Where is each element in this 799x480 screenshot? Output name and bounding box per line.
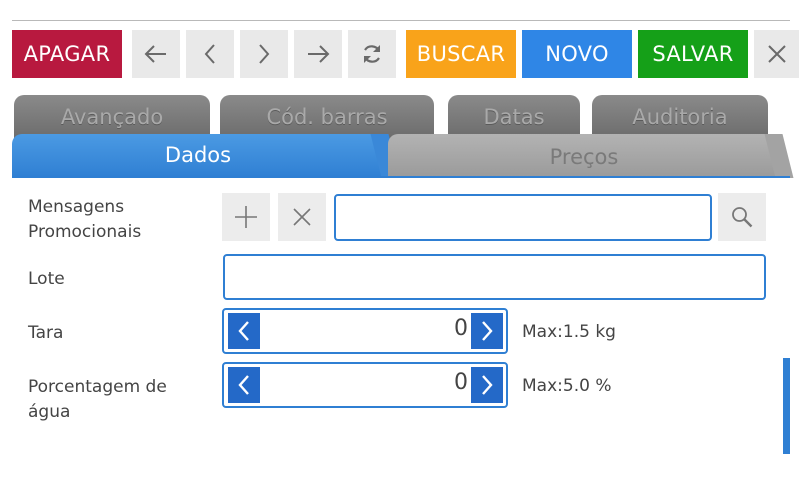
last-record-button[interactable] [294,30,342,78]
search-button[interactable]: BUSCAR [406,30,516,78]
tara-label: Tara [28,323,64,343]
tab-avancado-label: Avançado [60,105,164,129]
tab-auditoria-label: Auditoria [632,105,728,129]
arrow-right-icon [308,45,330,63]
agua-label-line1: Porcentagem de [28,377,167,397]
close-button[interactable] [754,30,799,78]
close-icon [293,208,311,226]
tab-dados-label: Dados [164,143,232,167]
agua-value: 0 [454,370,468,395]
delete-button-label: APAGAR [23,42,111,66]
save-button-label: SALVAR [652,42,734,66]
agua-stepper[interactable]: 0 [222,362,508,408]
lote-input[interactable] [223,254,766,300]
plus-icon [235,206,257,228]
tab-content-border [12,176,790,178]
scrollbar[interactable] [783,358,790,454]
agua-increment-button[interactable] [471,367,503,403]
refresh-button[interactable] [348,30,396,78]
delete-button[interactable]: APAGAR [12,30,122,78]
chevron-right-icon [259,44,270,64]
mensagens-label-line1: Mensagens [28,197,125,217]
tab-precos-label: Preços [549,145,619,169]
previous-record-button[interactable] [186,30,234,78]
new-button-label: NOVO [545,42,609,66]
chevron-left-icon [238,375,249,395]
tara-max: Max:1.5 kg [522,322,616,342]
chevron-right-icon [482,321,493,341]
tara-stepper[interactable]: 0 [222,308,508,354]
new-button[interactable]: NOVO [522,30,632,78]
chevron-left-icon [204,44,215,64]
tab-dados[interactable]: Dados [12,134,384,178]
search-message-button[interactable] [718,193,766,241]
content-fade [12,420,783,460]
add-message-button[interactable] [222,193,270,241]
mensagens-label-line2: Promocionais [28,222,142,242]
chevron-right-icon [482,375,493,395]
agua-decrement-button[interactable] [228,367,260,403]
save-button[interactable]: SALVAR [638,30,748,78]
lote-label: Lote [28,269,65,289]
arrow-left-icon [144,45,166,63]
tab-cod-barras[interactable]: Cód. barras [220,95,434,139]
close-icon [767,45,786,63]
tab-datas[interactable]: Datas [448,95,580,139]
agua-max: Max:5.0 % [522,376,612,396]
next-record-button[interactable] [240,30,288,78]
chevron-left-icon [238,321,249,341]
tab-cod-barras-label: Cód. barras [266,105,388,129]
tab-datas-label: Datas [483,105,545,129]
first-record-button[interactable] [132,30,180,78]
tab-avancado[interactable]: Avançado [14,95,210,139]
mensagens-label: Mensagens Promocionais [28,195,141,245]
clear-message-button[interactable] [278,193,326,241]
refresh-icon [364,45,380,63]
tab-auditoria[interactable]: Auditoria [592,95,768,139]
agua-label: Porcentagem de água [28,375,167,425]
tara-increment-button[interactable] [471,313,503,349]
tara-decrement-button[interactable] [228,313,260,349]
tab-precos[interactable]: Preços [388,134,780,178]
search-button-label: BUSCAR [416,42,506,66]
mensagens-input[interactable] [334,194,712,241]
search-icon [732,207,753,228]
tara-value: 0 [454,316,468,341]
